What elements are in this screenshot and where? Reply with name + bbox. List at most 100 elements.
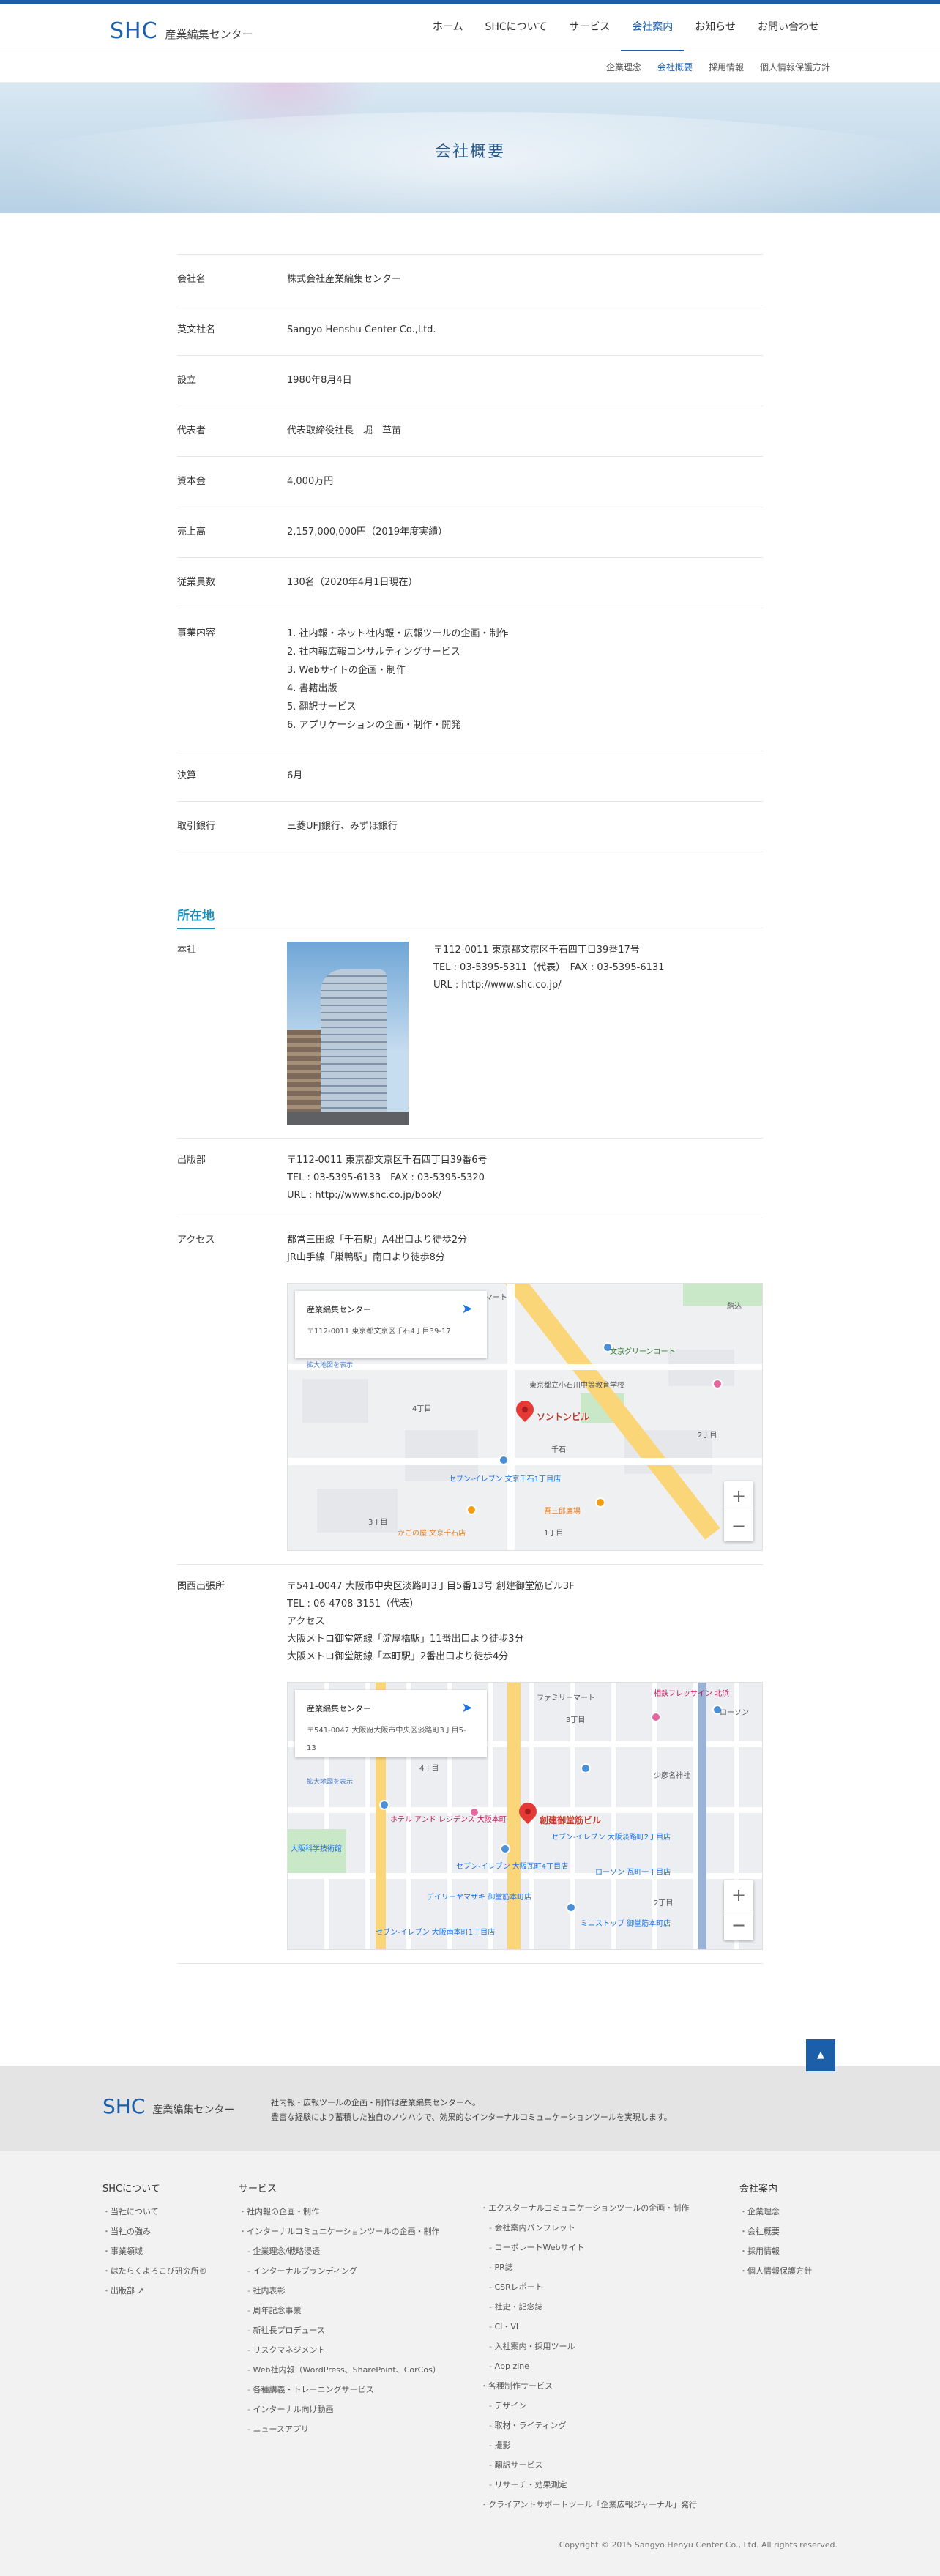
access-line: 都営三田線「千石駅」A4出口より徒歩2分 bbox=[287, 1235, 468, 1246]
subnav-overview[interactable]: 会社概要 bbox=[657, 61, 693, 73]
info-row: 資本金 4,000万円 bbox=[177, 456, 763, 507]
footer-logo[interactable]: SHC 産業編集センター bbox=[102, 2094, 234, 2118]
info-row: 英文社名 Sangyo Henshu Center Co.,Ltd. bbox=[177, 305, 763, 355]
location-list: 本社 〒112-0011 東京都文京区千石四丁目39番17号 TEL : 03-… bbox=[177, 928, 763, 1964]
location-label: 出版部 bbox=[177, 1155, 206, 1166]
zoom-in-button[interactable]: + bbox=[724, 1481, 753, 1511]
map-info-card: 産業編集センター 〒541-0047 大阪府大阪市中央区淡路町3丁目5-13 拡… bbox=[295, 1690, 487, 1786]
nav-about[interactable]: SHCについて bbox=[474, 4, 558, 51]
kansai-line: 大阪メトロ御堂筋線「淀屋橋駅」11番出口より徒歩3分 bbox=[287, 1634, 524, 1645]
info-row: 代表者 代表取締役社長 堀 草苗 bbox=[177, 406, 763, 456]
main-content: 会社名 株式会社産業編集センター 英文社名 Sangyo Henshu Center… bbox=[177, 213, 763, 2066]
info-row: 会社名 株式会社産業編集センター bbox=[177, 254, 763, 305]
info-label: 従業員数 bbox=[177, 577, 216, 588]
map-pin-icon[interactable] bbox=[515, 1799, 540, 1828]
business-item: 2. 社内報広報コンサルティングサービス bbox=[287, 647, 460, 658]
logo-mark: SHC bbox=[110, 18, 158, 44]
info-value: 130名（2020年4月1日現在） bbox=[287, 577, 418, 588]
nav-home[interactable]: ホーム bbox=[422, 4, 474, 51]
info-value: 6月 bbox=[287, 770, 303, 781]
info-label: 取引銀行 bbox=[177, 821, 216, 832]
hq-line: TEL : 03-5395-5311（代表） FAX : 03-5395-613… bbox=[433, 962, 665, 973]
info-value: 株式会社産業編集センター bbox=[287, 274, 402, 285]
location-kansai: 関西出張所 〒541-0047 大阪市中央区淡路町3丁目5番13号 創建御堂筋ビ… bbox=[177, 1564, 763, 1964]
site-footer: SHCについて 当社について 当社の強み 事業領域 はたらくよろこび研究所® 出… bbox=[0, 2151, 940, 2576]
location-hq: 本社 〒112-0011 東京都文京区千石四丁目39番17号 TEL : 03-… bbox=[177, 928, 763, 1138]
footer-col-services-2: エクスターナルコミュニケーションツールの企画・制作 会社案内パンフレット コーポ… bbox=[480, 2198, 697, 2514]
map-zoom-control: + − bbox=[724, 1481, 753, 1541]
location-access: アクセス 都営三田線「千石駅」A4出口より徒歩2分 JR山手線「巣鴨駅」南口より… bbox=[177, 1218, 763, 1564]
publishing-line: TEL : 03-5395-6133 FAX : 03-5395-5320 bbox=[287, 1172, 485, 1183]
footer-message: 社内報・広報ツールの企画・制作は産業編集センターへ。 豊富な経験により蓄積した独… bbox=[271, 2098, 672, 2122]
info-label: 事業内容 bbox=[177, 628, 216, 639]
footer-banner: SHC 産業編集センター 社内報・広報ツールの企画・制作は産業編集センターへ。 … bbox=[0, 2066, 940, 2151]
info-row: 売上高 2,157,000,000円（2019年度実績） bbox=[177, 507, 763, 557]
info-value: 2,157,000,000円（2019年度実績） bbox=[287, 526, 448, 537]
larger-map-link[interactable]: 拡大地図を表示 bbox=[307, 1357, 475, 1374]
business-item: 6. アプリケーションの企画・制作・開発 bbox=[287, 720, 461, 731]
directions-icon[interactable]: ➤ bbox=[459, 1700, 475, 1716]
nav-services[interactable]: サービス bbox=[558, 4, 621, 51]
map-zoom-control: + − bbox=[724, 1880, 753, 1940]
hq-line: 〒112-0011 東京都文京区千石四丁目39番17号 bbox=[433, 945, 640, 956]
publishing-url-link[interactable]: URL : http://www.shc.co.jp/book/ bbox=[287, 1187, 763, 1205]
info-value: 三菱UFJ銀行、みずほ銀行 bbox=[287, 821, 398, 832]
info-row: 従業員数 130名（2020年4月1日現在） bbox=[177, 557, 763, 608]
footer-col-company: 会社案内 企業理念 会社概要 採用情報 個人情報保護方針 bbox=[739, 2181, 812, 2281]
info-label: 設立 bbox=[177, 375, 197, 386]
info-value: Sangyo Henshu Center Co.,Ltd. bbox=[287, 324, 436, 335]
nav-company[interactable]: 会社案内 bbox=[621, 4, 685, 51]
copyright: Copyright © 2015 Sangyo Henyu Center Co.… bbox=[559, 2540, 838, 2550]
info-value: 1980年8月4日 bbox=[287, 375, 352, 386]
hq-address: 〒112-0011 東京都文京区千石四丁目39番17号 TEL : 03-539… bbox=[433, 942, 664, 1125]
map-info-card: 産業編集センター 〒112-0011 東京都文京区千石4丁目39-17 拡大地図… bbox=[295, 1291, 487, 1369]
info-label: 売上高 bbox=[177, 526, 206, 537]
info-row: 取引銀行 三菱UFJ銀行、みずほ銀行 bbox=[177, 801, 763, 852]
site-header: SHC 産業編集センター ホーム SHCについて サービス 会社案内 お知らせ … bbox=[0, 4, 940, 51]
location-label: 本社 bbox=[177, 945, 197, 956]
kansai-line: 大阪メトロ御堂筋線「本町駅」2番出口より徒歩4分 bbox=[287, 1651, 509, 1662]
publishing-line: 〒112-0011 東京都文京区千石四丁目39番6号 bbox=[287, 1155, 488, 1166]
zoom-out-button[interactable]: − bbox=[724, 1910, 753, 1940]
business-item: 3. Webサイトの企画・制作 bbox=[287, 665, 406, 676]
location-label: アクセス bbox=[177, 1235, 215, 1246]
subnav-recruit[interactable]: 採用情報 bbox=[709, 61, 744, 73]
directions-icon[interactable]: ➤ bbox=[459, 1301, 475, 1317]
footer-col-about: SHCについて 当社について 当社の強み 事業領域 はたらくよろこび研究所® 出… bbox=[102, 2181, 207, 2301]
kansai-line: アクセス bbox=[287, 1616, 325, 1627]
business-item: 4. 書籍出版 bbox=[287, 683, 337, 694]
info-row: 設立 1980年8月4日 bbox=[177, 355, 763, 406]
location-publishing: 出版部 〒112-0011 東京都文京区千石四丁目39番6号 TEL : 03-… bbox=[177, 1138, 763, 1218]
business-item: 1. 社内報・ネット社内報・広報ツールの企画・制作 bbox=[287, 628, 509, 639]
info-label: 資本金 bbox=[177, 476, 206, 487]
subnav-philosophy[interactable]: 企業理念 bbox=[606, 61, 641, 73]
info-value: 代表取締役社長 堀 草苗 bbox=[287, 425, 402, 436]
page-top-button[interactable]: ▲ bbox=[806, 2039, 835, 2071]
hero-banner: 会社概要 bbox=[0, 83, 940, 213]
kansai-line: 〒541-0047 大阪市中央区淡路町3丁目5番13号 創建御堂筋ビル3F bbox=[287, 1581, 575, 1592]
google-map-tokyo[interactable]: ファミリーマート 文京グリーンコート 東京都立小石川中等教育学校 千石 セブン-… bbox=[287, 1283, 763, 1551]
hq-url-link[interactable]: URL : http://www.shc.co.jp/ bbox=[433, 977, 664, 994]
page-title: 会社概要 bbox=[434, 143, 505, 161]
business-item: 5. 翻訳サービス bbox=[287, 701, 357, 712]
zoom-out-button[interactable]: − bbox=[724, 1511, 753, 1541]
info-row-business: 事業内容 1. 社内報・ネット社内報・広報ツールの企画・制作 2. 社内報広報コ… bbox=[177, 608, 763, 751]
nav-contact[interactable]: お問い合わせ bbox=[747, 4, 830, 51]
business-list: 1. 社内報・ネット社内報・広報ツールの企画・制作 2. 社内報広報コンサルティ… bbox=[287, 625, 763, 734]
location-section-title: 所在地 bbox=[177, 905, 763, 929]
info-label: 代表者 bbox=[177, 425, 206, 436]
larger-map-link[interactable]: 拡大地図を表示 bbox=[307, 1773, 475, 1791]
info-label: 英文社名 bbox=[177, 324, 216, 335]
site-logo[interactable]: SHC 産業編集センター bbox=[110, 18, 253, 44]
sub-nav: 企業理念 会社概要 採用情報 個人情報保護方針 bbox=[0, 51, 940, 83]
info-row: 決算 6月 bbox=[177, 751, 763, 801]
subnav-privacy[interactable]: 個人情報保護方針 bbox=[760, 61, 830, 73]
global-nav: ホーム SHCについて サービス 会社案内 お知らせ お問い合わせ bbox=[422, 4, 830, 51]
map-pin-icon[interactable] bbox=[512, 1397, 537, 1426]
nav-news[interactable]: お知らせ bbox=[684, 4, 747, 51]
google-map-osaka[interactable]: ファミリーマート 相鉄フレッサイン 北浜 ローソン 少彦名神社 ホテル アンド … bbox=[287, 1682, 763, 1950]
info-label: 会社名 bbox=[177, 274, 206, 285]
zoom-in-button[interactable]: + bbox=[724, 1880, 753, 1910]
location-label: 関西出張所 bbox=[177, 1581, 225, 1592]
info-value: 4,000万円 bbox=[287, 476, 334, 487]
